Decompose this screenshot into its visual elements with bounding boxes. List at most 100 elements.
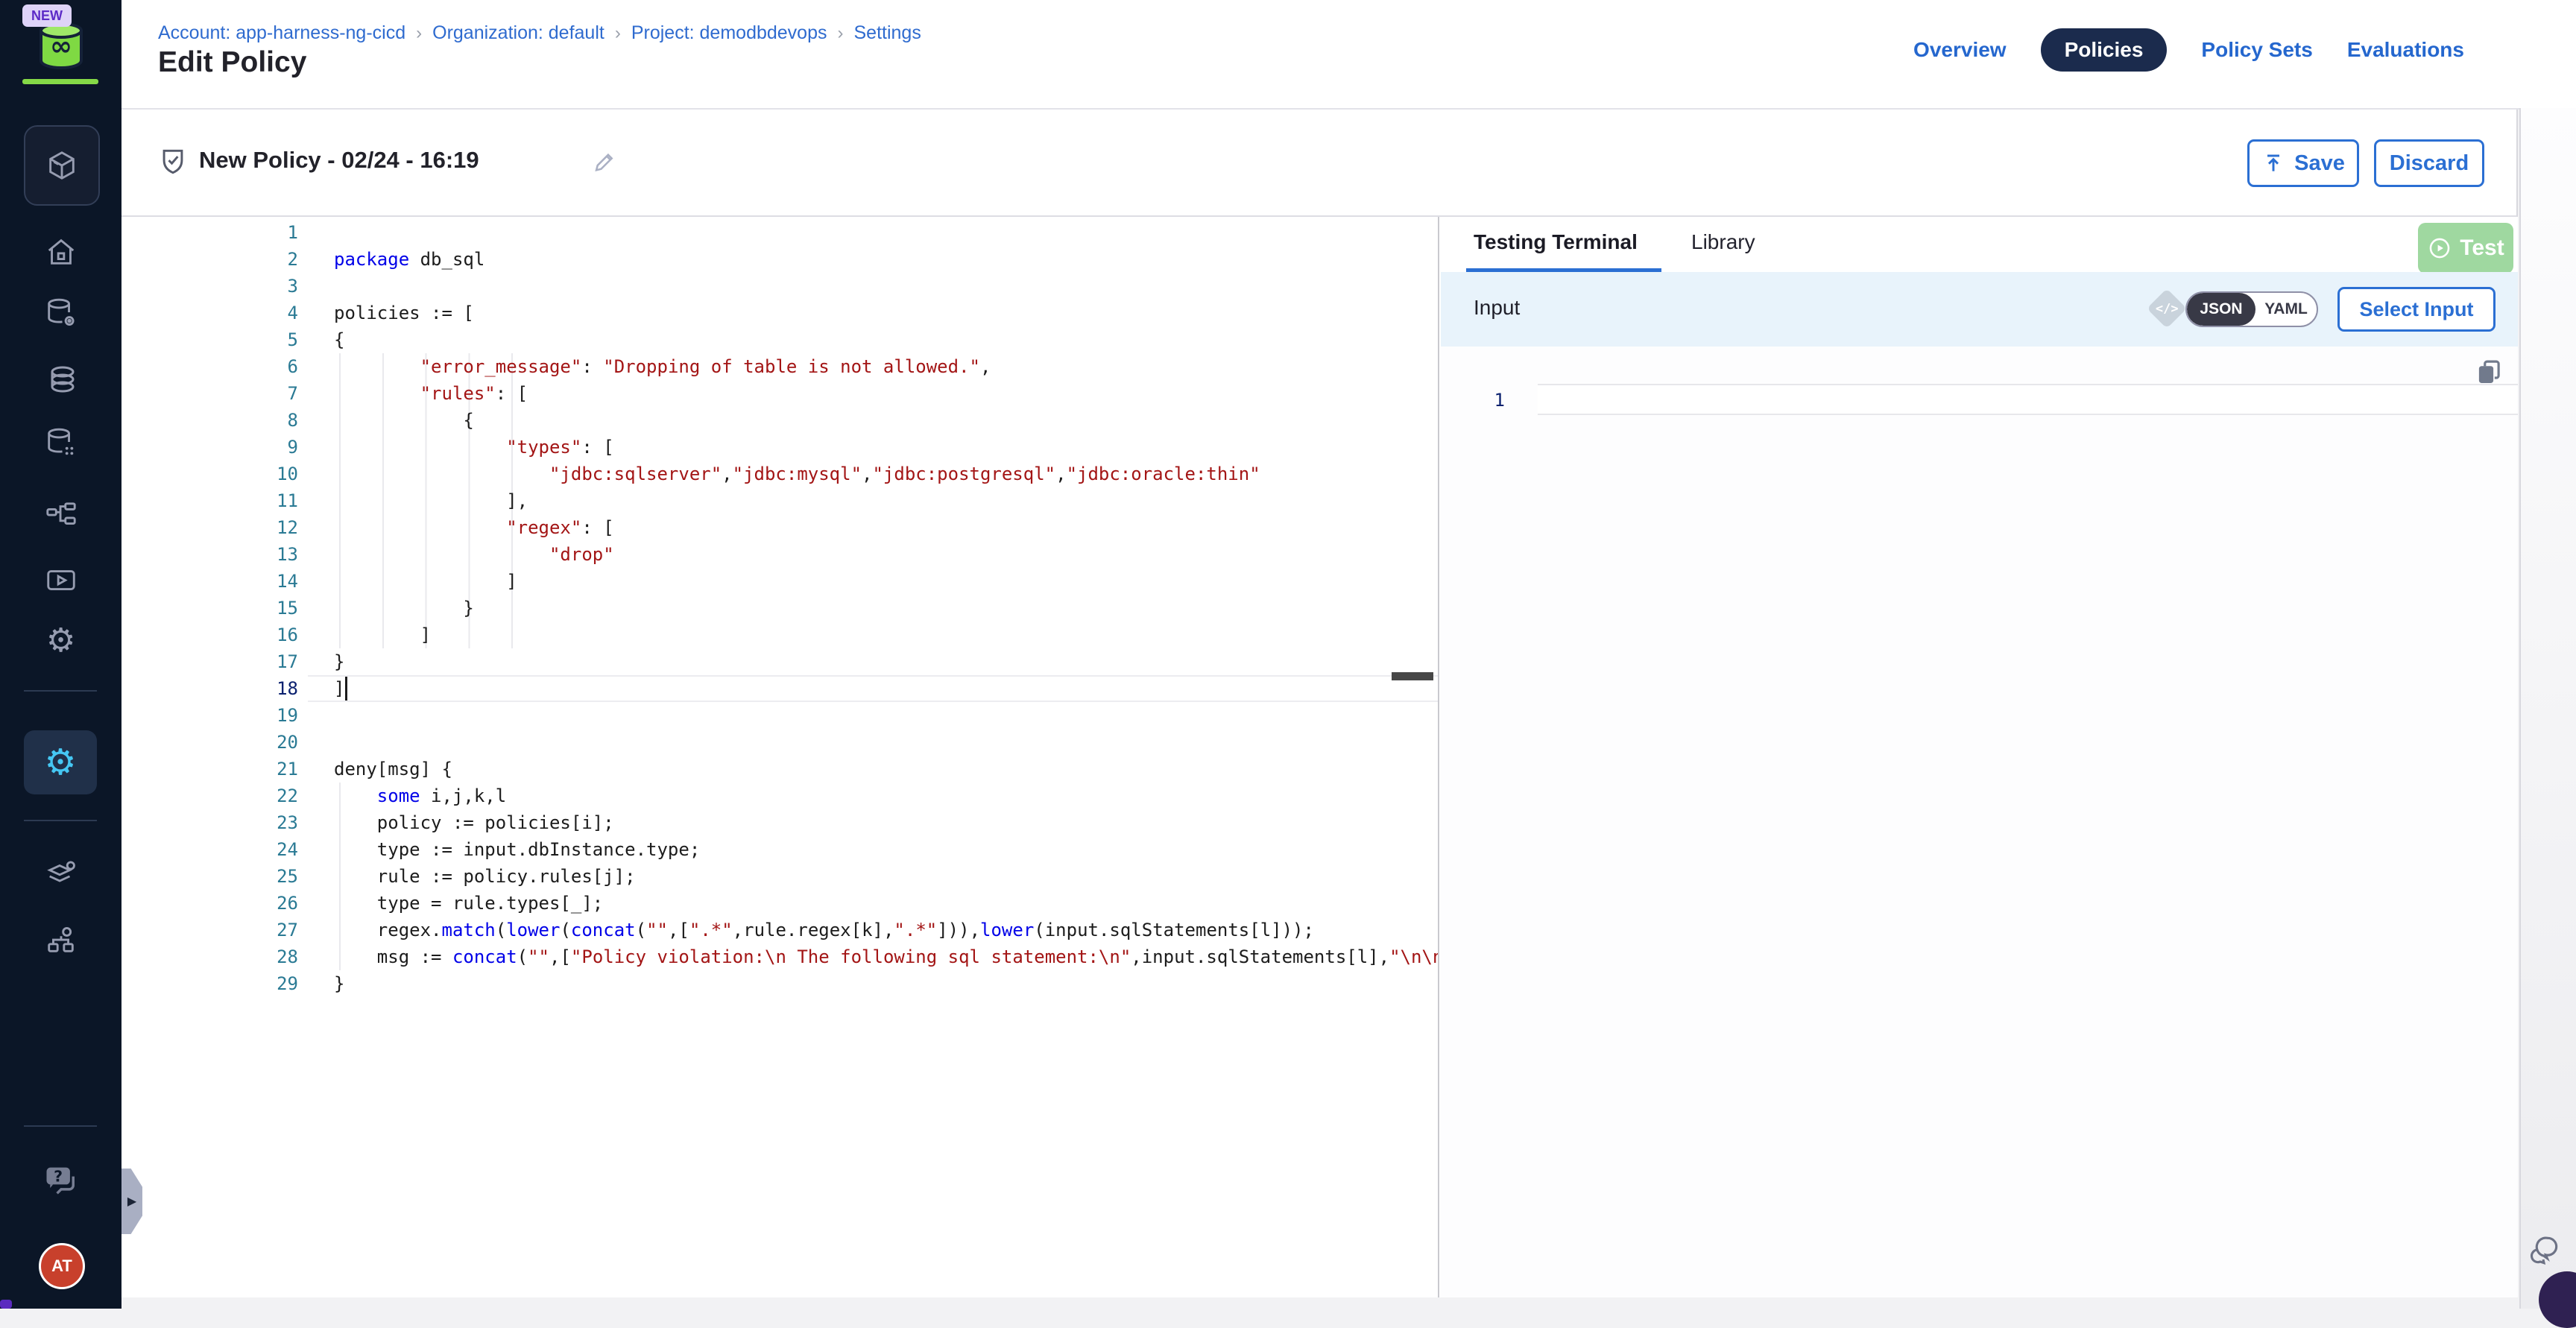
code-line[interactable]: ] — [334, 675, 1438, 702]
line-number: 11 — [121, 487, 308, 514]
line-number: 26 — [121, 890, 308, 917]
tab-evaluations[interactable]: Evaluations — [2347, 38, 2464, 62]
line-number: 15 — [121, 595, 308, 622]
sidebar-item-home[interactable] — [0, 235, 121, 269]
overview-ruler-marker — [1392, 672, 1433, 680]
line-number: 3 — [121, 273, 308, 300]
code-line[interactable]: deny[msg] { — [334, 756, 1438, 782]
avatar-initials: AT — [51, 1256, 72, 1276]
code-line[interactable]: some i,j,k,l — [334, 782, 1438, 809]
line-number: 23 — [121, 809, 308, 836]
tab-policies[interactable]: Policies — [2041, 28, 2168, 72]
discard-button[interactable]: Discard — [2374, 139, 2484, 187]
test-button-label: Test — [2460, 235, 2504, 261]
tab-library[interactable]: Library — [1691, 230, 1755, 254]
code-line[interactable]: package db_sql — [334, 246, 1438, 273]
line-number: 6 — [121, 353, 308, 380]
sidebar-item-module-cube[interactable] — [24, 125, 100, 206]
code-line[interactable]: ] — [334, 622, 1438, 648]
code-line[interactable]: rule := policy.rules[j]; — [334, 863, 1438, 890]
breadcrumb-organization[interactable]: Organization: default — [432, 22, 604, 44]
toggle-yaml[interactable]: YAML — [2255, 293, 2317, 326]
code-line[interactable] — [334, 729, 1438, 756]
format-toggle[interactable]: JSON YAML — [2185, 291, 2318, 327]
code-line[interactable]: "drop" — [334, 541, 1438, 568]
code-line[interactable]: type = rule.types[_]; — [334, 890, 1438, 917]
code-line[interactable]: "types": [ — [334, 434, 1438, 461]
sidebar-item-db-stack[interactable] — [0, 361, 121, 397]
edit-policy-name-button[interactable] — [591, 148, 619, 180]
tab-testing-terminal[interactable]: Testing Terminal — [1474, 230, 1638, 254]
breadcrumb-project[interactable]: Project: demodbdevops — [631, 22, 827, 44]
code-line[interactable]: policies := [ — [334, 300, 1438, 326]
sidebar-item-pipelines[interactable] — [0, 499, 121, 534]
breadcrumb-separator: › — [416, 23, 422, 44]
code-line[interactable]: ] — [334, 568, 1438, 595]
sidebar-item-default-settings[interactable] — [0, 857, 121, 891]
select-input-button[interactable]: Select Input — [2337, 287, 2496, 332]
feedback-button[interactable] — [2525, 1232, 2563, 1273]
sidebar-item-db-instances[interactable] — [0, 426, 121, 460]
sidebar-item-settings-active[interactable]: ⚙ — [24, 730, 97, 794]
code-line[interactable]: regex.match(lower(concat("",[".*",rule.r… — [334, 917, 1438, 943]
database-grid-icon — [44, 426, 78, 460]
select-input-label: Select Input — [2359, 298, 2473, 321]
svg-text:∞: ∞ — [50, 31, 72, 62]
code-line[interactable]: "regex": [ — [334, 514, 1438, 541]
line-number: 19 — [121, 702, 308, 729]
toggle-json[interactable]: JSON — [2187, 293, 2255, 326]
line-number: 28 — [121, 943, 308, 970]
breadcrumb-settings[interactable]: Settings — [854, 22, 921, 44]
harness-dbdevops-logo[interactable]: ∞ — [0, 21, 121, 70]
policy-editor-card: 1234567891011121314151617181920212223242… — [121, 217, 2518, 1297]
chat-fab-partial[interactable] — [2539, 1271, 2576, 1328]
help-button[interactable]: ? — [0, 1161, 121, 1200]
code-line[interactable]: msg := concat("",["Policy violation:\n T… — [334, 943, 1438, 970]
pipeline-icon — [44, 499, 78, 534]
code-line[interactable] — [334, 273, 1438, 300]
line-number: 9 — [121, 434, 308, 461]
line-number: 10 — [121, 461, 308, 487]
input-json-editor[interactable]: 1 — [1441, 347, 2518, 1297]
rego-code-editor[interactable]: 1234567891011121314151617181920212223242… — [121, 217, 1439, 1297]
home-icon — [44, 235, 78, 269]
user-avatar[interactable]: AT — [39, 1243, 85, 1289]
sidebar-item-db-config[interactable] — [0, 296, 121, 330]
code-line[interactable]: } — [334, 970, 1438, 997]
code-content[interactable]: package db_sqlpolicies := [{ "error_mess… — [334, 219, 1438, 997]
sidebar-item-executions[interactable] — [0, 563, 121, 598]
line-number: 2 — [121, 246, 308, 273]
breadcrumb: Account: app-harness-ng-cicd › Organizat… — [158, 22, 921, 44]
tab-policy-sets[interactable]: Policy Sets — [2201, 38, 2312, 62]
code-line[interactable]: type := input.dbInstance.type; — [334, 836, 1438, 863]
chevron-right-icon: ▶ — [127, 1194, 136, 1209]
code-line[interactable] — [334, 702, 1438, 729]
code-line[interactable] — [334, 219, 1438, 246]
code-line[interactable]: } — [334, 595, 1438, 622]
code-line[interactable]: { — [334, 326, 1438, 353]
sidebar-item-org-settings[interactable] — [0, 923, 121, 957]
test-button[interactable]: Test — [2418, 223, 2513, 273]
breadcrumb-account[interactable]: Account: app-harness-ng-cicd — [158, 22, 405, 44]
save-button[interactable]: Save — [2247, 139, 2359, 187]
code-line[interactable]: "error_message": "Dropping of table is n… — [334, 353, 1438, 380]
cube-icon — [45, 148, 79, 183]
code-line[interactable]: ], — [334, 487, 1438, 514]
tab-overview[interactable]: Overview — [1913, 38, 2007, 62]
input-header-row: Input </> JSON YAML Select Input — [1441, 272, 2518, 347]
line-number: 24 — [121, 836, 308, 863]
policy-nav-tabs: Overview Policies Policy Sets Evaluation… — [1913, 28, 2464, 72]
code-line[interactable]: policy := policies[i]; — [334, 809, 1438, 836]
code-line[interactable]: { — [334, 407, 1438, 434]
code-line[interactable]: "rules": [ — [334, 380, 1438, 407]
chat-bubbles-icon — [2525, 1232, 2563, 1269]
code-line[interactable]: "jdbc:sqlserver","jdbc:mysql","jdbc:post… — [334, 461, 1438, 487]
line-number: 12 — [121, 514, 308, 541]
right-gutter-strip — [2519, 108, 2576, 1309]
line-number: 1 — [121, 219, 308, 246]
code-line[interactable]: } — [334, 648, 1438, 675]
sidebar-item-project-settings[interactable]: ⚙ — [0, 625, 121, 657]
line-number: 7 — [121, 380, 308, 407]
sidebar-divider — [24, 820, 97, 821]
input-active-line[interactable] — [1538, 384, 2518, 415]
